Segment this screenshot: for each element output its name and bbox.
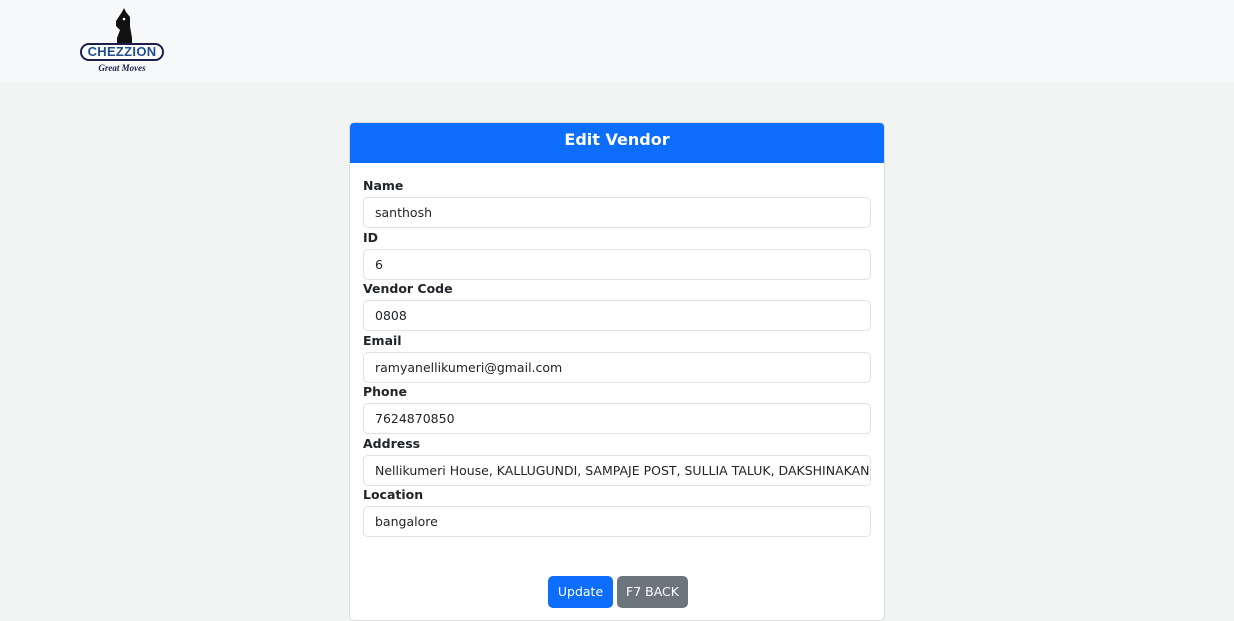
email-field-group: Email ramyanellikumeri@gmail.com [363,333,872,385]
update-button[interactable]: Update [548,576,613,608]
location-field-group: Location bangalore [363,487,872,539]
vendor-code-input[interactable]: 0808 [363,300,871,331]
email-input[interactable]: ramyanellikumeri@gmail.com [363,351,871,383]
back-button[interactable]: F7 BACK [617,576,688,608]
card-title: Edit Vendor [350,123,884,163]
phone-label: Phone [363,384,408,399]
id-label: ID [363,229,379,245]
vendor-code-label: Vendor Code [363,281,453,296]
phone-input[interactable]: 7624870850 [363,403,871,434]
edit-vendor-card: Edit Vendor Name santhosh ID 6 Vendor Co… [349,122,885,621]
name-field-group: Name santhosh [363,178,872,230]
phone-field-group: Phone 7624870850 [363,384,872,436]
vendor-code-field-group: Vendor Code 0808 [363,281,872,333]
location-input[interactable]: bangalore [363,506,871,537]
chess-knight-icon [116,8,132,43]
address-label: Address [363,435,421,451]
top-navbar: CHEZZION Great Moves [0,0,1234,82]
vendor-form: Name santhosh ID 6 Vendor Code 0808 Emai… [363,178,872,539]
address-input[interactable]: Nellikumeri House, KALLUGUNDI, SAMPAJE P… [363,454,871,486]
chezzion-logo[interactable]: CHEZZION Great Moves [78,8,168,82]
logo-wordmark: CHEZZION [80,43,164,61]
address-field-group: Address Nellikumeri House, KALLUGUNDI, S… [363,436,872,488]
name-input[interactable]: santhosh [363,197,871,228]
logo-tagline: Great Moves [98,63,146,73]
id-input[interactable]: 6 [363,248,871,280]
location-label: Location [363,487,424,502]
id-field-group: ID 6 [363,230,872,282]
form-actions: Update F7 BACK [350,576,884,608]
email-label: Email [363,332,402,348]
name-label: Name [363,178,404,193]
